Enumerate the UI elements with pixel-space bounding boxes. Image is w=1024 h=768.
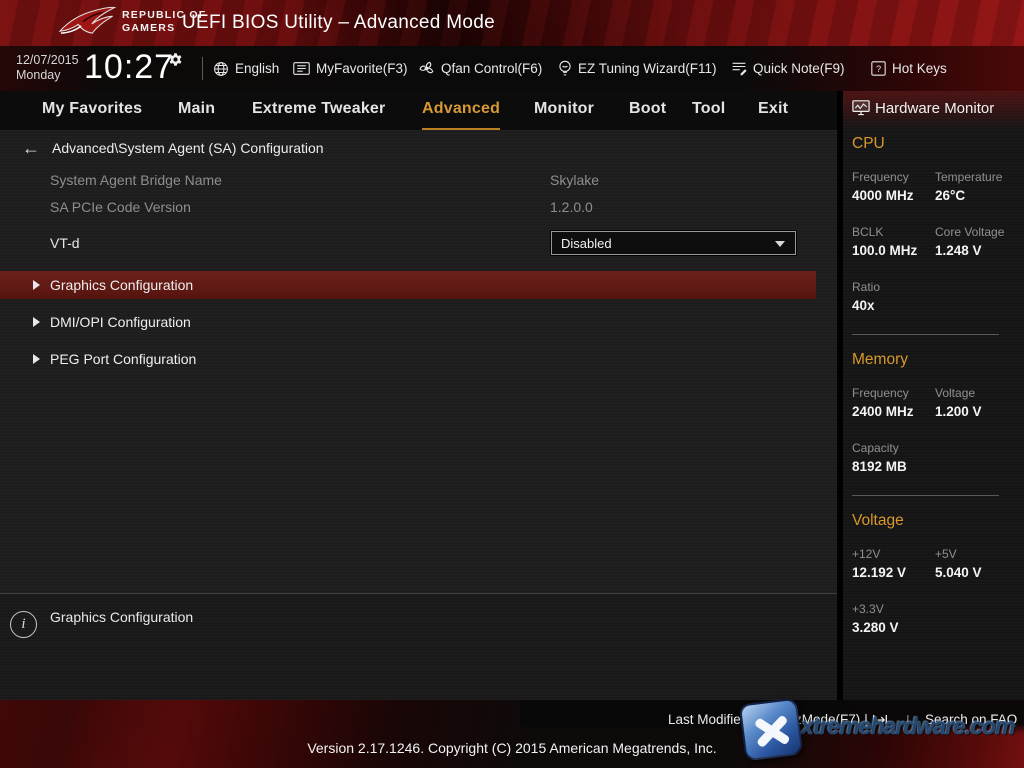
metric-label: Frequency (852, 386, 909, 400)
metric-label: Core Voltage (935, 225, 1004, 239)
main-column: My Favorites Main Extreme Tweaker Advanc… (0, 91, 837, 700)
setting-value: 1.2.0.0 (550, 199, 593, 215)
page-title: UEFI BIOS Utility – Advanced Mode (182, 12, 495, 34)
metric-value: 12.192 V (852, 565, 906, 580)
tab-monitor[interactable]: Monitor (534, 91, 594, 130)
sidebar-divider (852, 495, 999, 496)
ez-tuning-label: EZ Tuning Wizard(F11) (578, 61, 717, 76)
note-icon (731, 61, 747, 76)
vtd-label: VT-d (50, 235, 80, 251)
datetime: 12/07/2015 Monday (16, 53, 79, 83)
breadcrumb: ← Advanced\System Agent (SA) Configurati… (22, 138, 324, 158)
submenu-arrow-icon (33, 354, 40, 364)
metric-value: 100.0 MHz (852, 243, 917, 258)
help-panel: i Graphics Configuration (0, 593, 837, 700)
hardware-monitor-sidebar: Hardware Monitor CPU Frequency Temperatu… (843, 91, 1024, 700)
metric-label: +5V (935, 547, 957, 561)
language-button[interactable]: English (213, 46, 279, 91)
ez-tuning-button[interactable]: EZ Tuning Wizard(F11) (558, 46, 717, 91)
metric-label: Capacity (852, 441, 899, 455)
tab-exit[interactable]: Exit (758, 91, 788, 130)
settings-panel: ← Advanced\System Agent (SA) Configurati… (0, 130, 837, 593)
date-text: 12/07/2015 (16, 53, 79, 68)
tab-bar: My Favorites Main Extreme Tweaker Advanc… (0, 91, 837, 130)
submenu-arrow-icon (33, 317, 40, 327)
group-header-voltage: Voltage (852, 512, 904, 530)
hot-keys-button[interactable]: ? Hot Keys (871, 46, 947, 91)
info-icon: i (10, 611, 37, 638)
setting-value: Skylake (550, 172, 599, 188)
vtd-dropdown-value: Disabled (561, 236, 612, 251)
list-icon (293, 61, 310, 76)
qfan-label: Qfan Control(F6) (441, 61, 542, 76)
metric-label: BCLK (852, 225, 883, 239)
clock-text: 10:27 (84, 48, 174, 87)
metric-value: 8192 MB (852, 459, 907, 474)
metric-value: 3.280 V (852, 620, 899, 635)
tab-main[interactable]: Main (178, 91, 215, 130)
day-text: Monday (16, 68, 79, 83)
top-header: REPUBLIC OF GAMERS UEFI BIOS Utility – A… (0, 0, 1024, 46)
vtd-dropdown[interactable]: Disabled (551, 231, 796, 255)
metric-label: Voltage (935, 386, 975, 400)
menu-item-peg-port-configuration[interactable]: PEG Port Configuration (0, 345, 816, 373)
globe-icon (213, 61, 229, 77)
myfavorite-button[interactable]: MyFavorite(F3) (293, 46, 408, 91)
toolbar: 12/07/2015 Monday 10:27 English MyFavori… (0, 46, 1024, 91)
tab-extreme-tweaker[interactable]: Extreme Tweaker (252, 91, 385, 130)
quick-note-button[interactable]: Quick Note(F9) (731, 46, 845, 91)
metric-value: 1.200 V (935, 404, 982, 419)
sidebar-divider (852, 334, 999, 335)
bios-version-text: Version 2.17.1246. Copyright (C) 2015 Am… (0, 740, 1024, 756)
question-icon: ? (871, 61, 886, 76)
metric-label: +12V (852, 547, 880, 561)
tab-boot[interactable]: Boot (629, 91, 666, 130)
metric-label: Frequency (852, 170, 909, 184)
gear-icon[interactable] (168, 52, 183, 67)
qfan-button[interactable]: Qfan Control(F6) (418, 46, 542, 91)
hot-keys-label: Hot Keys (892, 61, 947, 76)
language-label: English (235, 61, 279, 76)
watermark-logo (739, 698, 804, 762)
group-header-memory: Memory (852, 351, 908, 369)
svg-text:?: ? (876, 64, 881, 74)
metric-label: Ratio (852, 280, 880, 294)
menu-item-dmi-opi-configuration[interactable]: DMI/OPI Configuration (0, 308, 816, 336)
chevron-down-icon (775, 241, 785, 247)
submenu-arrow-icon (33, 280, 40, 290)
metric-value: 1.248 V (935, 243, 982, 258)
help-text: Graphics Configuration (50, 609, 193, 625)
metric-label: Temperature (935, 170, 1002, 184)
bulb-icon (558, 60, 572, 77)
tab-tool[interactable]: Tool (692, 91, 725, 130)
watermark-text: xtremehardware.com (801, 713, 1014, 740)
setting-label: SA PCIe Code Version (50, 199, 191, 215)
group-header-cpu: CPU (852, 135, 885, 153)
metric-value: 26°C (935, 188, 965, 203)
toolbar-divider (202, 57, 203, 80)
metric-value: 4000 MHz (852, 188, 914, 203)
metric-value: 40x (852, 298, 875, 313)
hardware-monitor-title: Hardware Monitor (852, 100, 994, 117)
monitor-icon (852, 100, 870, 117)
quick-note-label: Quick Note(F9) (753, 61, 845, 76)
metric-value: 5.040 V (935, 565, 982, 580)
menu-item-graphics-configuration[interactable]: Graphics Configuration (0, 271, 816, 299)
back-arrow-icon[interactable]: ← (22, 138, 40, 158)
fan-icon (418, 60, 435, 77)
myfavorite-label: MyFavorite(F3) (316, 61, 408, 76)
tab-advanced[interactable]: Advanced (422, 91, 500, 130)
breadcrumb-label: Advanced\System Agent (SA) Configuration (52, 140, 324, 156)
metric-value: 2400 MHz (852, 404, 914, 419)
last-modified-button[interactable]: Last Modified (668, 712, 748, 727)
metric-label: +3.3V (852, 602, 884, 616)
rog-logo-icon (58, 4, 116, 41)
setting-label: System Agent Bridge Name (50, 172, 222, 188)
tab-my-favorites[interactable]: My Favorites (42, 91, 142, 130)
